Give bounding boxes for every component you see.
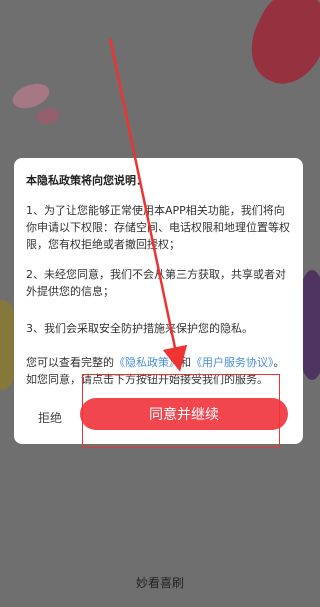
annotation-arrow-icon — [108, 37, 188, 372]
app-name-footer: 妙看喜刷 — [135, 576, 184, 590]
